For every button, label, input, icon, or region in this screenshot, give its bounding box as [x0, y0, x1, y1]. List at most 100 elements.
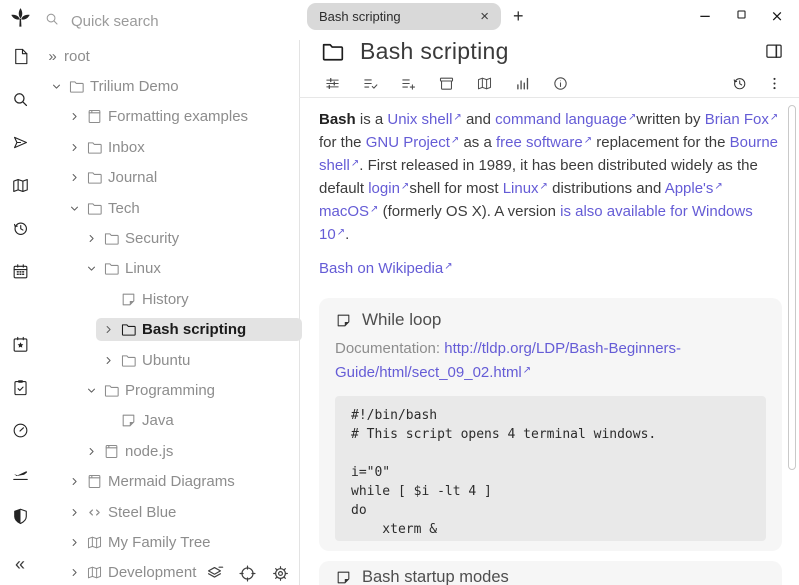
tree-item-label: My Family Tree	[108, 534, 211, 551]
window-close-button[interactable]: ×	[759, 7, 795, 25]
bar-chart-icon[interactable]	[514, 75, 531, 92]
kebab-icon[interactable]	[766, 75, 783, 92]
wikipedia-link[interactable]: Bash on Wikipedia↗	[319, 260, 453, 277]
shield-icon[interactable]	[11, 495, 30, 538]
maximize-button[interactable]	[723, 7, 759, 25]
chevron-right-icon[interactable]	[85, 445, 98, 458]
chevron-right-icon[interactable]	[68, 536, 81, 549]
content-scrollbar[interactable]	[788, 105, 796, 470]
chevron-right-icon[interactable]	[68, 566, 81, 579]
quick-search-input[interactable]	[71, 13, 251, 30]
tree-item-label: Java	[142, 412, 174, 429]
external-link[interactable]: Unix shell↗	[387, 111, 461, 128]
quick-search	[40, 5, 299, 37]
tree-item-java[interactable]: Java	[40, 406, 299, 436]
tree-item-label: Linux	[125, 260, 161, 277]
calendar-icon[interactable]	[11, 250, 30, 293]
note-icon	[120, 412, 137, 429]
intro-paragraph: Bash is a Unix shell↗ and command langua…	[319, 107, 782, 245]
gear-icon[interactable]	[271, 564, 290, 583]
external-link[interactable]: GNU Project↗	[366, 134, 460, 151]
history-icon[interactable]	[11, 207, 30, 250]
external-link[interactable]: Brian Fox↗	[705, 111, 779, 128]
collapse-chevrons-icon[interactable]: «	[15, 551, 25, 577]
chevron-right-icon[interactable]	[68, 110, 81, 123]
chevron-down-icon[interactable]	[85, 384, 98, 397]
tree-item-formatting-examples[interactable]: Formatting examples	[40, 102, 299, 132]
chevron-right-icon[interactable]	[68, 141, 81, 154]
tree-item-label: Mermaid Diagrams	[108, 473, 235, 490]
chevron-down-icon[interactable]	[85, 262, 98, 275]
split-pane-icon[interactable]	[764, 41, 784, 61]
code-block: #!/bin/bash # This script opens 4 termin…	[335, 396, 766, 541]
tree-item-history[interactable]: History	[40, 284, 299, 314]
crosshair-icon[interactable]	[238, 564, 257, 583]
folder-icon	[120, 321, 137, 338]
layers-minus-icon[interactable]	[205, 564, 224, 583]
book-icon	[86, 108, 103, 125]
tab-close-icon[interactable]: ×	[478, 8, 491, 25]
external-link[interactable]: free software↗	[496, 134, 592, 151]
external-link[interactable]: login↗	[368, 180, 409, 197]
root-chevrons-icon[interactable]: »	[46, 50, 59, 63]
plane-icon[interactable]	[11, 452, 30, 495]
calendar-star-icon[interactable]	[11, 323, 30, 366]
tab-label: Bash scripting	[319, 9, 478, 24]
documentation-line: Documentation: http://tldp.org/LDP/Bash-…	[335, 338, 766, 384]
history-icon[interactable]	[731, 75, 748, 92]
list-plus-icon[interactable]	[400, 75, 417, 92]
external-link[interactable]: Apple's↗	[665, 180, 723, 197]
chevron-right-icon[interactable]	[68, 171, 81, 184]
new-tab-button[interactable]: +	[513, 6, 524, 27]
tree-item-label: Steel Blue	[108, 504, 176, 521]
folder-icon	[103, 382, 120, 399]
tree-item-ubuntu[interactable]: Ubuntu	[40, 345, 299, 375]
clipboard-check-icon[interactable]	[11, 366, 30, 409]
tree-item-my-family-tree[interactable]: My Family Tree	[40, 527, 299, 557]
tree-item-label: Security	[125, 230, 179, 247]
info-circle-icon[interactable]	[552, 75, 569, 92]
external-link[interactable]: macOS↗	[319, 203, 378, 220]
note-title[interactable]: Bash scripting	[360, 38, 749, 65]
note-folder-icon[interactable]	[320, 39, 345, 64]
chevron-down-icon[interactable]	[68, 202, 81, 215]
tree-item-inbox[interactable]: Inbox	[40, 132, 299, 162]
minimize-button[interactable]: −	[687, 7, 723, 25]
map-icon[interactable]	[476, 75, 493, 92]
gauge-icon[interactable]	[11, 409, 30, 452]
tree-item-mermaid-diagrams[interactable]: Mermaid Diagrams	[40, 466, 299, 496]
chevron-right-icon[interactable]	[102, 354, 115, 367]
tree-item-tech[interactable]: Tech	[40, 193, 299, 223]
tree-item-label: node.js	[125, 443, 173, 460]
tree-item-programming[interactable]: Programming	[40, 375, 299, 405]
map-icon[interactable]	[11, 164, 30, 207]
tree-item-trilium-demo[interactable]: Trilium Demo	[40, 71, 299, 101]
new-note-icon[interactable]	[11, 35, 30, 78]
chevron-down-icon[interactable]	[50, 80, 63, 93]
chevron-right-icon[interactable]	[102, 323, 115, 336]
archive-icon[interactable]	[438, 75, 455, 92]
tree-item-security[interactable]: Security	[40, 223, 299, 253]
tree-item-node-js[interactable]: node.js	[40, 436, 299, 466]
chevron-right-icon[interactable]	[85, 232, 98, 245]
tree-item-root[interactable]: »root	[40, 41, 299, 71]
trilium-logo-icon[interactable]	[9, 0, 32, 35]
book-icon	[103, 443, 120, 460]
window-controls: − ×	[687, 7, 799, 25]
ribbon-left-icons	[324, 75, 569, 92]
list-check-icon[interactable]	[362, 75, 379, 92]
external-link[interactable]: command language↗	[495, 111, 636, 128]
tree-item-steel-blue[interactable]: Steel Blue	[40, 497, 299, 527]
external-link[interactable]: Linux↗	[503, 180, 548, 197]
chevron-right-icon[interactable]	[68, 475, 81, 488]
sliders-icon[interactable]	[324, 75, 341, 92]
send-icon[interactable]	[11, 121, 30, 164]
tree-item-journal[interactable]: Journal	[40, 163, 299, 193]
tree-item-linux[interactable]: Linux	[40, 254, 299, 284]
search-icon[interactable]	[11, 78, 30, 121]
tree-item-bash-scripting[interactable]: Bash scripting	[40, 315, 299, 345]
tab-bash-scripting[interactable]: Bash scripting ×	[307, 3, 501, 30]
note-tree: »rootTrilium DemoFormatting examplesInbo…	[40, 41, 299, 585]
chevron-right-icon[interactable]	[68, 506, 81, 519]
note-tree-pane: »rootTrilium DemoFormatting examplesInbo…	[40, 0, 299, 585]
